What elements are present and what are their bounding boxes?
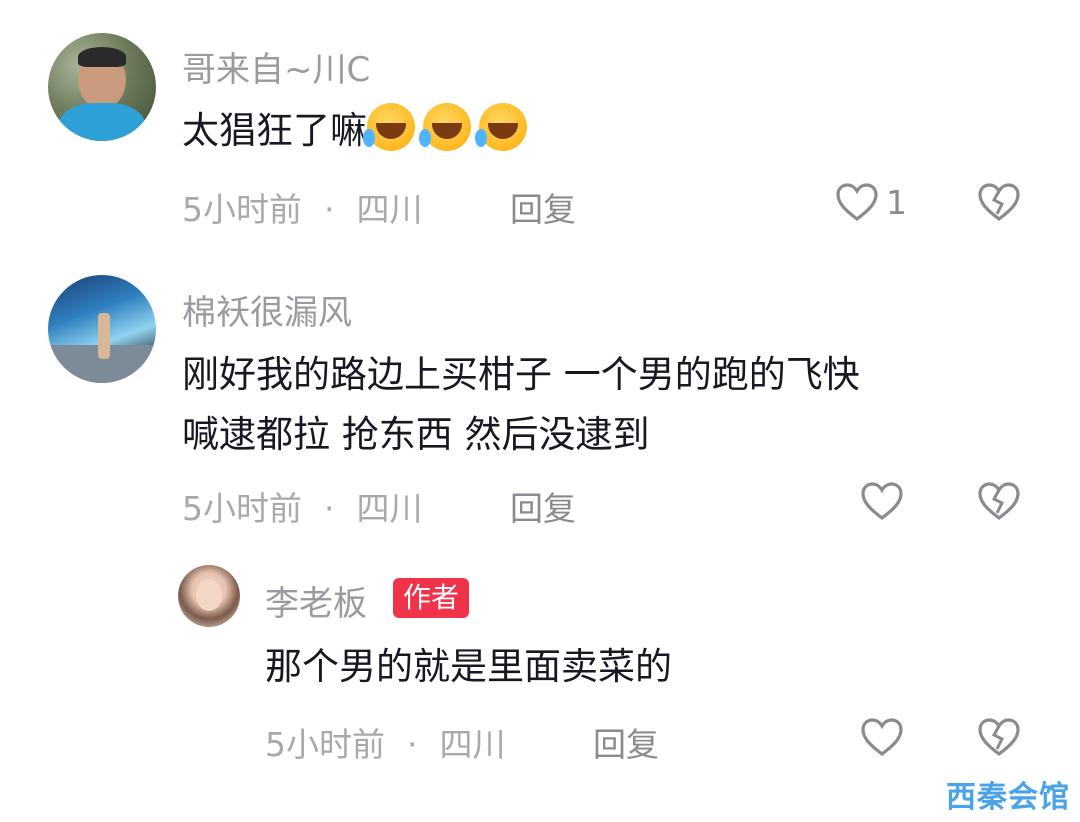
separator: ·: [324, 190, 335, 229]
heart-outline-icon[interactable]: [860, 481, 904, 521]
author-badge: 作者: [393, 578, 470, 618]
comment-meta: 5小时前 · 四川: [182, 482, 423, 530]
broken-heart-icon[interactable]: [977, 717, 1021, 757]
location: 四川: [356, 190, 423, 229]
location: 四川: [356, 489, 423, 528]
heart-outline-icon[interactable]: [860, 717, 904, 757]
reply-button[interactable]: 回复: [510, 482, 576, 530]
username[interactable]: 棉袄很漏风: [182, 285, 352, 334]
comment-text-line-1: 刚好我的路边上买柑子 一个男的跑的飞快: [182, 353, 860, 396]
laughing-crying-emoji-icon: [419, 103, 471, 151]
heart-outline-icon[interactable]: [835, 182, 879, 222]
location: 四川: [439, 725, 506, 764]
comment-text: 太猖狂了嘛: [182, 100, 535, 162]
reply-text: 那个男的就是里面卖菜的: [265, 645, 672, 688]
timestamp: 5小时前: [182, 489, 302, 528]
avatar[interactable]: [48, 275, 156, 383]
broken-heart-icon[interactable]: [977, 182, 1021, 222]
reply-button[interactable]: 回复: [593, 718, 659, 766]
watermark: 西秦会馆: [946, 780, 1070, 815]
comment-meta: 5小时前 · 四川: [182, 183, 423, 231]
timestamp: 5小时前: [265, 725, 385, 764]
avatar[interactable]: [48, 33, 156, 141]
avatar[interactable]: [178, 565, 240, 627]
separator: ·: [407, 725, 418, 764]
username[interactable]: 哥来自~川C: [182, 42, 370, 91]
separator: ·: [324, 489, 335, 528]
username[interactable]: 李老板: [265, 576, 367, 625]
laughing-crying-emoji-icon: [363, 103, 415, 151]
like-count: 1: [886, 183, 907, 222]
broken-heart-icon[interactable]: [977, 481, 1021, 521]
timestamp: 5小时前: [182, 190, 302, 229]
comment-text-content: 太猖狂了嘛: [182, 109, 367, 152]
laughing-crying-emoji-icon: [475, 103, 527, 151]
reply-button[interactable]: 回复: [510, 183, 576, 231]
comment-meta: 5小时前 · 四川: [265, 718, 506, 766]
comment-text-line-2: 喊逮都拉 抢东西 然后没逮到: [182, 413, 650, 456]
